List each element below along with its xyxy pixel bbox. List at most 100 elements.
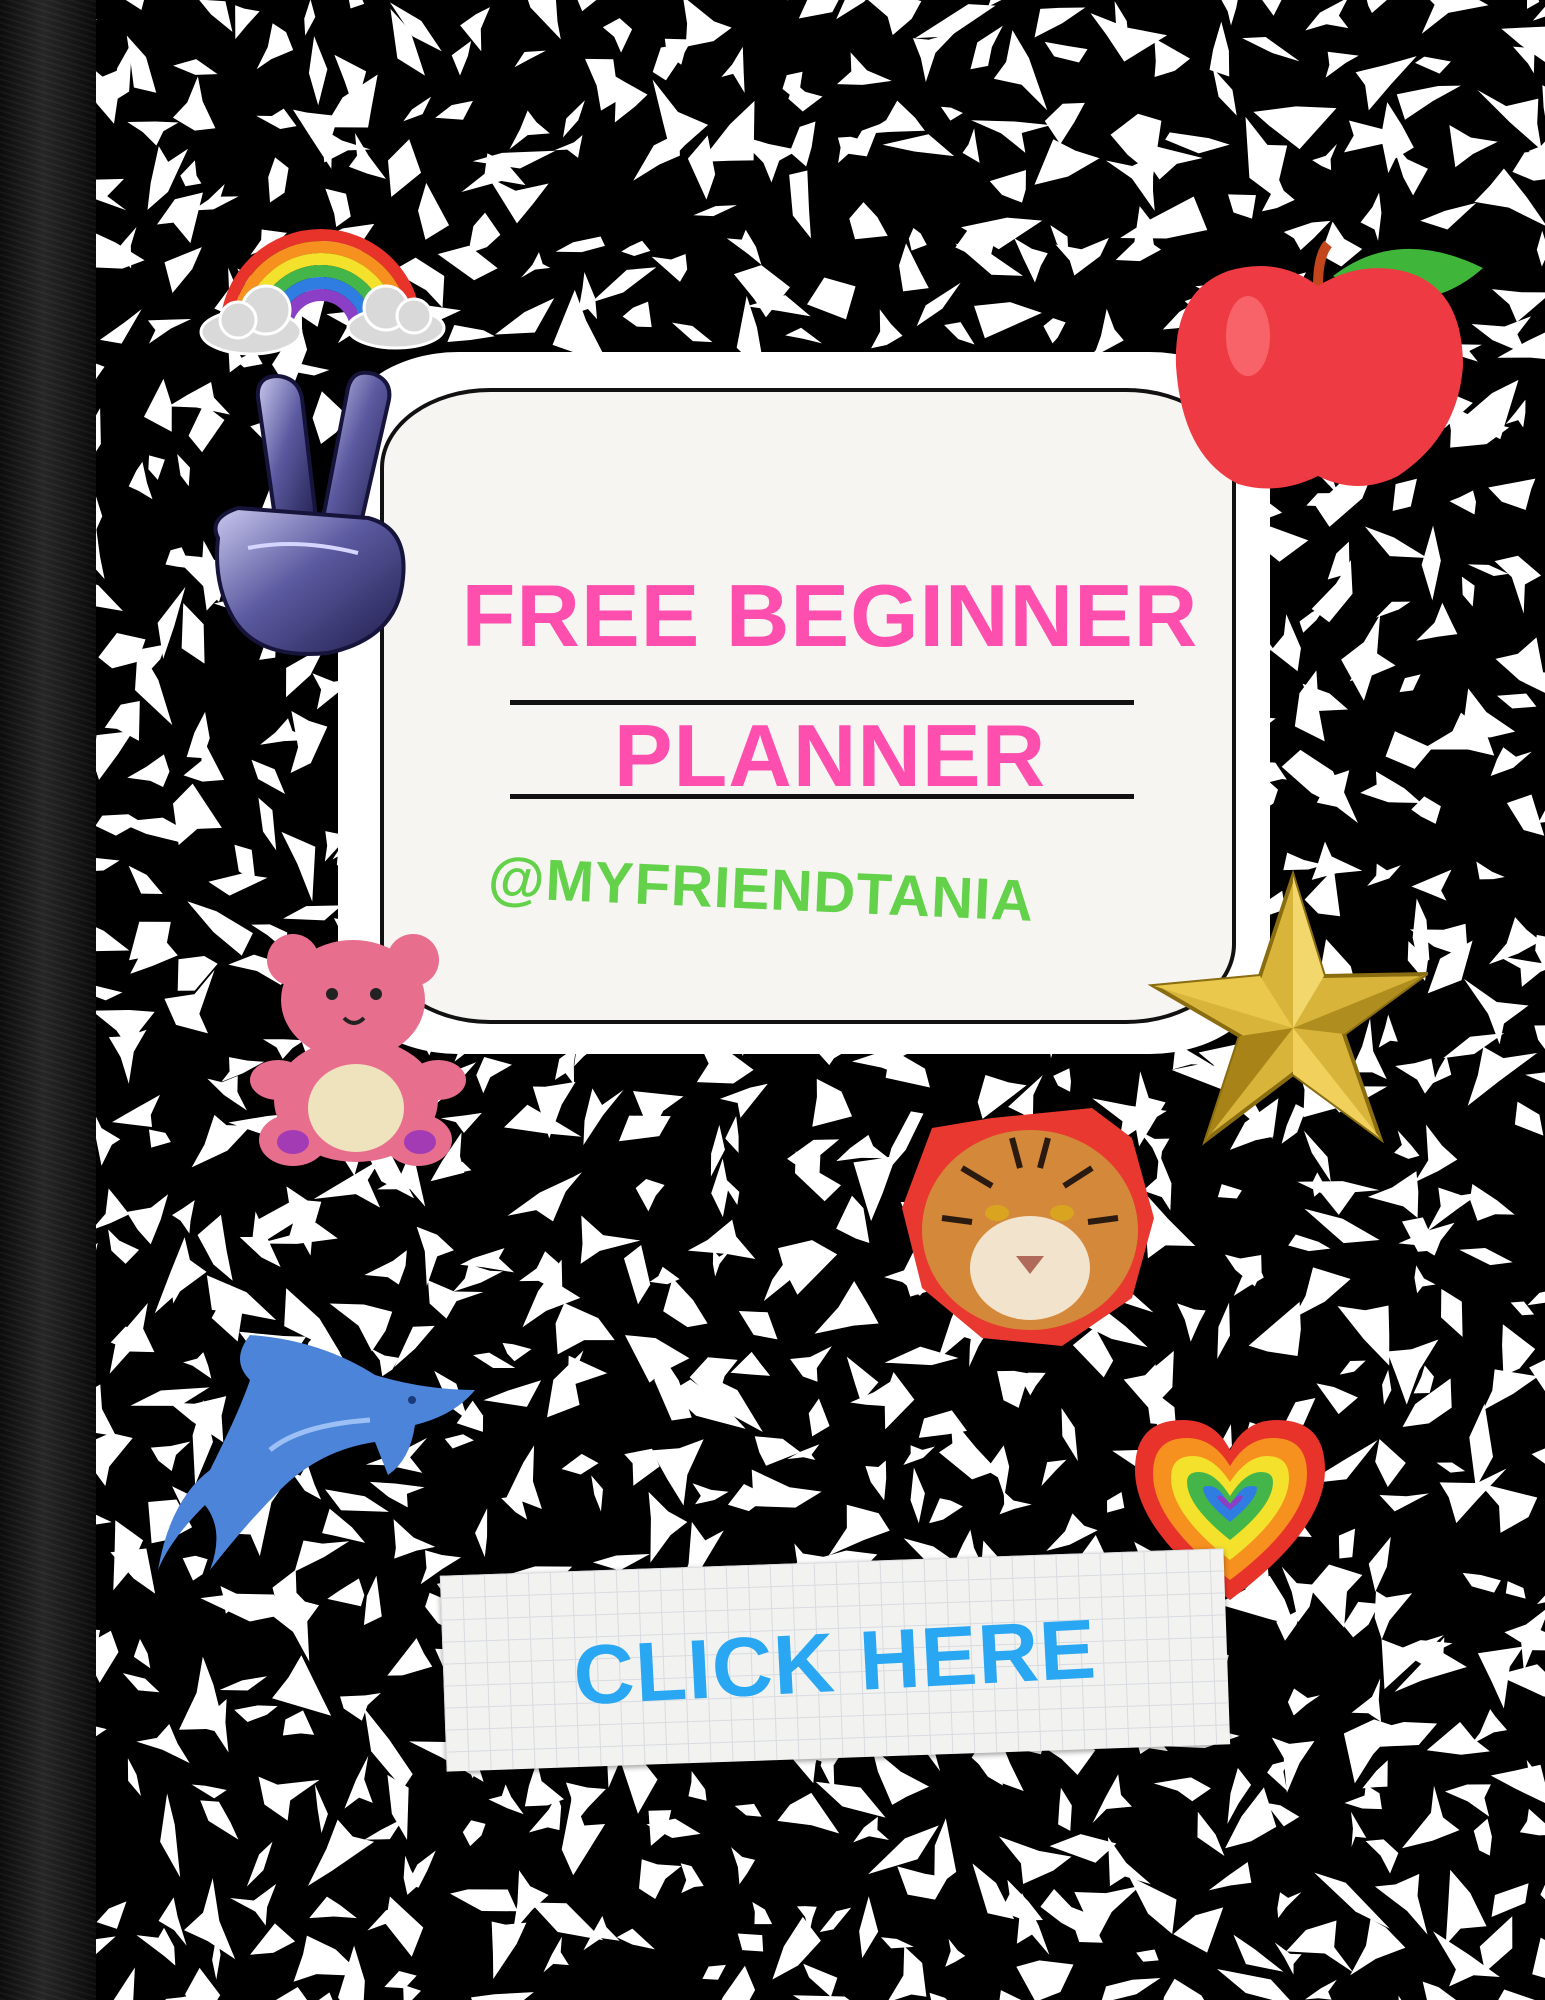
marble-shard	[1176, 1303, 1206, 1342]
marble-shard	[127, 1758, 141, 1796]
marble-shard	[256, 108, 297, 130]
marble-shard	[96, 857, 120, 873]
marble-shard	[688, 1770, 707, 1801]
tiger-icon	[902, 1108, 1154, 1346]
marble-shard	[730, 1351, 771, 1376]
marble-shard	[1494, 555, 1542, 614]
marble-shard	[1041, 1459, 1067, 1487]
marble-shard	[1441, 1288, 1463, 1337]
marble-shard	[566, 0, 609, 12]
marble-shard	[1218, 0, 1242, 26]
marble-shard	[903, 1445, 935, 1466]
marble-shard	[789, 170, 811, 239]
marble-shard	[702, 1964, 726, 1980]
marble-shard	[1043, 318, 1066, 344]
marble-shard	[127, 754, 170, 787]
marble-shard	[1505, 1581, 1526, 1599]
marble-shard	[1414, 56, 1451, 74]
marble-shard	[1208, 1862, 1252, 1891]
marble-shard	[1529, 1335, 1545, 1397]
marble-shard	[871, 309, 903, 349]
marble-shard	[623, 1244, 651, 1305]
marble-shard	[785, 327, 822, 344]
marble-shard	[96, 1049, 100, 1091]
marble-shard	[1414, 1265, 1436, 1294]
marble-shard	[121, 0, 148, 11]
marble-shard	[737, 1933, 764, 1952]
marble-shard	[384, 1971, 417, 1989]
marble-shard	[450, 1889, 518, 1912]
marble-shard	[1044, 102, 1085, 145]
marble-shard	[183, 1878, 236, 1960]
marble-shard	[96, 1384, 117, 1437]
marble-shard	[191, 1784, 227, 1799]
marble-shard	[1061, 1407, 1078, 1462]
marble-shard	[812, 1078, 853, 1127]
marble-shard	[1536, 230, 1545, 267]
marble-shard	[483, 1380, 542, 1407]
marble-shard	[96, 910, 130, 952]
marble-shard	[219, 1676, 268, 1691]
label-rule-bottom	[510, 794, 1134, 799]
marble-shard	[1365, 1839, 1399, 1874]
marble-shard	[1490, 747, 1532, 776]
marble-shard	[1401, 1785, 1460, 1849]
marble-shard	[1382, 1369, 1392, 1405]
marble-shard	[96, 359, 105, 401]
marble-shard	[972, 1863, 1015, 1920]
marble-shard	[1419, 0, 1489, 34]
marble-shard	[1473, 1818, 1492, 1856]
marble-shard	[962, 128, 980, 163]
marble-shard	[96, 1242, 98, 1328]
marble-shard	[721, 46, 745, 93]
marble-shard	[1422, 1981, 1472, 2000]
marble-shard	[859, 0, 922, 36]
marble-shard	[1217, 1969, 1296, 2000]
marble-shard	[1534, 1025, 1545, 1062]
marble-shard	[1338, 1528, 1356, 1559]
marble-shard	[635, 1179, 665, 1212]
click-here-button[interactable]: CLICK HERE	[439, 1548, 1231, 1772]
marble-shard	[1396, 85, 1461, 120]
marble-shard	[687, 1219, 756, 1259]
marble-shard	[1519, 1808, 1545, 1836]
marble-shard	[1128, 1875, 1177, 1935]
marble-shard	[999, 1491, 1032, 1515]
marble-shard	[327, 1578, 365, 1607]
teddy-bear-icon	[250, 934, 466, 1166]
marble-shard	[282, 1710, 315, 1736]
marble-shard	[133, 1638, 151, 1669]
marble-shard	[807, 277, 856, 320]
marble-shard	[308, 36, 328, 106]
marble-shard	[563, 100, 585, 138]
marble-shard	[853, 1816, 890, 1843]
marble-shard	[680, 1863, 704, 1894]
marble-shard	[1477, 90, 1542, 151]
marble-shard	[250, 1923, 296, 1955]
marble-shard	[1535, 421, 1545, 486]
marble-shard	[200, 1800, 239, 1840]
marble-shard	[1364, 526, 1428, 558]
marble-shard	[272, 1655, 332, 1716]
marble-shard	[212, 1933, 221, 1980]
marble-shard	[96, 1716, 107, 1748]
marble-shard	[1527, 0, 1540, 9]
marble-shard	[148, 1129, 171, 1148]
marble-shard	[387, 1774, 409, 1840]
marble-shard	[462, 1820, 486, 1847]
marble-shard	[882, 134, 955, 157]
marble-shard	[1350, 1811, 1367, 1848]
marble-shard	[1368, 1536, 1391, 1592]
marble-shard	[416, 1226, 454, 1287]
marble-shard	[96, 985, 123, 1001]
marble-shard	[974, 302, 1042, 339]
marble-shard	[171, 1200, 195, 1234]
marble-shard	[997, 1370, 1030, 1408]
marble-shard	[555, 236, 605, 253]
marble-shard	[304, 0, 316, 36]
marble-shard	[234, 1705, 278, 1722]
marble-shard	[1462, 1572, 1501, 1593]
marble-shard	[998, 1836, 1072, 1885]
marble-shard	[789, 121, 816, 167]
marble-shard	[147, 319, 192, 344]
